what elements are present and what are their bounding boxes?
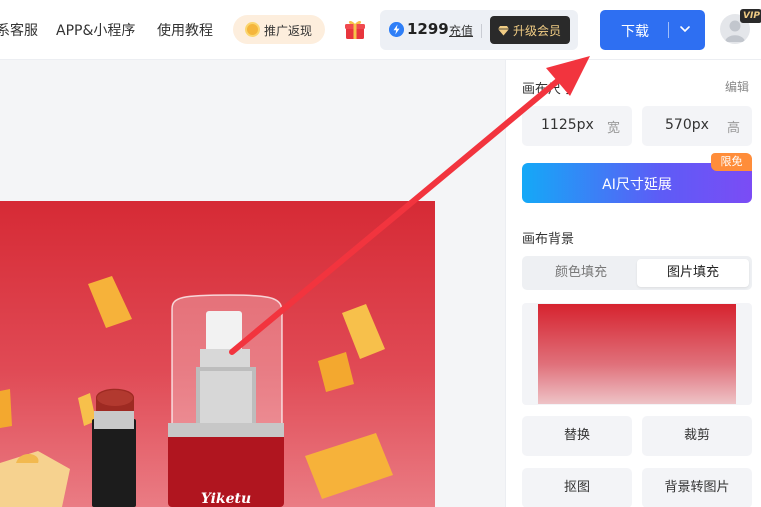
editor-window: 系客服 APP&小程序 使用教程 推广返现 1299 充值 升级会员 下载 VI… (0, 0, 761, 507)
download-button[interactable]: 下载 (600, 10, 705, 50)
lipstick-case (92, 419, 136, 507)
replace-button[interactable]: 替换 (522, 416, 632, 456)
confetti-ticket (305, 433, 393, 499)
fill-type-tabs: 颜色填充 图片填充 (522, 256, 752, 290)
pump-collar (200, 349, 250, 367)
bottle-neck-inner (200, 371, 252, 423)
width-unit: 宽 (606, 121, 620, 136)
tab-image-fill[interactable]: 图片填充 (637, 259, 749, 287)
confetti-ticket (88, 276, 132, 328)
confetti-ticket (0, 389, 12, 428)
height-field[interactable]: 570px 高 (642, 106, 752, 146)
coin-icon (245, 22, 260, 37)
crop-button[interactable]: 裁剪 (642, 416, 752, 456)
chevron-down-icon[interactable] (678, 22, 692, 36)
nav-app-miniprogram[interactable]: APP&小程序 (56, 20, 135, 40)
background-to-image-button[interactable]: 背景转图片 (642, 468, 752, 507)
upgrade-label: 升级会员 (513, 24, 562, 38)
background-preview[interactable] (522, 303, 752, 405)
lipstick-collar (94, 411, 134, 429)
height-value: 570px (665, 117, 709, 133)
tab-color-fill[interactable]: 颜色填充 (525, 259, 637, 287)
bottle-shoulder (168, 423, 284, 437)
gift-icon[interactable] (344, 18, 366, 40)
poster-brand: Yiketu (201, 491, 251, 507)
lightning-icon (389, 22, 404, 37)
free-badge: 限免 (711, 153, 752, 171)
pump-head (206, 311, 242, 353)
top-bar: 系客服 APP&小程序 使用教程 推广返现 1299 充值 升级会员 下载 VI… (0, 0, 761, 60)
upgrade-membership-button[interactable]: 升级会员 (490, 16, 570, 44)
download-label: 下载 (621, 24, 649, 40)
confetti-ticket (318, 352, 354, 392)
balance-value: 1299 (407, 20, 449, 38)
edit-link[interactable]: 编辑 (725, 78, 749, 95)
account-balance-panel: 1299 充值 升级会员 (380, 10, 578, 50)
recharge-link[interactable]: 充值 (449, 22, 473, 39)
divider (668, 22, 669, 38)
poster-canvas[interactable]: Yiketu (0, 201, 435, 507)
divider (481, 24, 482, 38)
width-value: 1125px (541, 117, 594, 133)
height-unit: 高 (726, 121, 740, 136)
ai-resize-label: AI尺寸延展 (602, 177, 672, 193)
promo-label: 推广返现 (264, 24, 313, 38)
cutout-button[interactable]: 抠图 (522, 468, 632, 507)
width-field[interactable]: 1125px 宽 (522, 106, 632, 146)
nav-customer-service[interactable]: 系客服 (0, 20, 38, 40)
canvas-size-title: 画布尺寸 (522, 82, 575, 97)
promo-cashback-button[interactable]: 推广返现 (233, 15, 325, 44)
diamond-icon (498, 26, 509, 36)
vip-badge: VIP (740, 9, 761, 23)
background-thumbnail (538, 304, 736, 404)
confetti-ticket (342, 304, 385, 359)
poster-artwork: Yiketu (0, 276, 393, 507)
canvas-background-title: 画布背景 (522, 232, 575, 247)
nav-tutorial[interactable]: 使用教程 (157, 20, 213, 40)
properties-panel: 画布尺寸 编辑 1125px 宽 570px 高 AI尺寸延展 限免 画布背景 … (505, 60, 761, 507)
lipstick-tip (97, 390, 133, 406)
